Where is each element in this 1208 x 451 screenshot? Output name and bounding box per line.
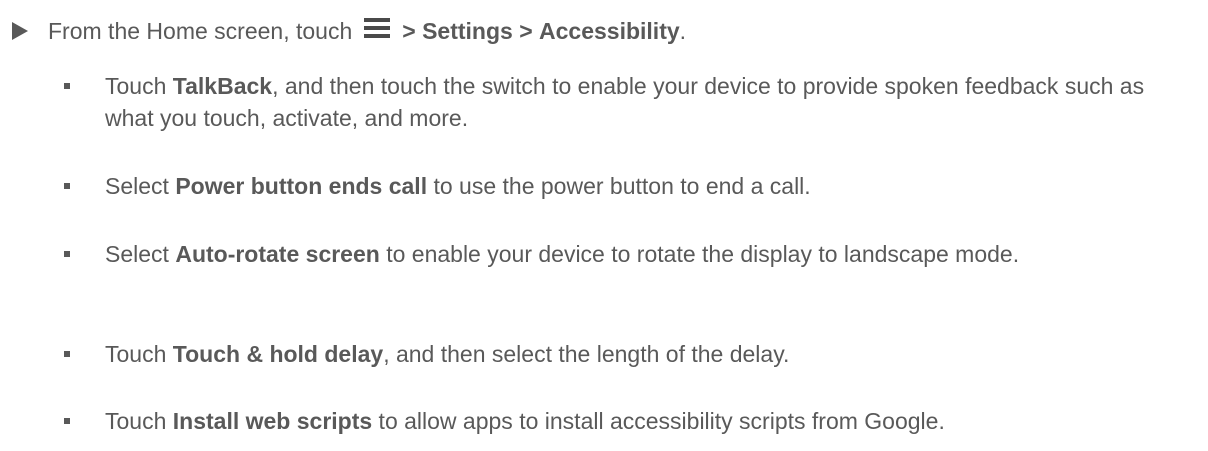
- item-pre: Select: [105, 241, 176, 267]
- step-separator-1: >: [402, 18, 416, 44]
- list-item-power-button: Select Power button ends call to use the…: [64, 170, 1190, 202]
- list-item-talkback: Touch TalkBack, and then touch the switc…: [64, 70, 1190, 134]
- bullet-icon: [64, 183, 70, 189]
- item-bold: Install web scripts: [172, 408, 373, 434]
- list-item-web-scripts: Touch Install web scripts to allow apps …: [64, 405, 1190, 437]
- bullet-icon: [64, 251, 70, 257]
- bullet-icon: [64, 418, 70, 424]
- step-settings: Settings: [422, 18, 513, 44]
- item-pre: Touch: [105, 73, 173, 99]
- list-item-touch-hold: Touch Touch & hold delay, and then selec…: [64, 338, 1190, 370]
- item-post: to enable your device to rotate the disp…: [379, 241, 1020, 267]
- item-post: , and then select the length of the dela…: [383, 341, 790, 367]
- bullet-icon: [64, 83, 70, 89]
- item-bold: Power button ends call: [175, 173, 428, 199]
- step-arrow-icon: [12, 22, 28, 40]
- item-post: to allow apps to install accessibility s…: [372, 408, 945, 434]
- item-pre: Select: [105, 173, 176, 199]
- item-bold: TalkBack: [172, 73, 273, 99]
- step-separator-2: >: [519, 18, 533, 44]
- item-pre: Touch: [105, 408, 173, 434]
- menu-icon: [364, 18, 391, 38]
- step-accessibility: Accessibility: [539, 18, 680, 44]
- step-prefix: From the Home screen, touch: [48, 18, 353, 44]
- item-post: to use the power button to end a call.: [427, 173, 811, 199]
- item-bold: Auto-rotate screen: [175, 241, 380, 267]
- bullet-icon: [64, 351, 70, 357]
- instruction-step: From the Home screen, touch > Settings >…: [0, 14, 686, 48]
- item-pre: Touch: [105, 341, 173, 367]
- step-suffix: .: [679, 18, 687, 44]
- list-item-auto-rotate: Select Auto-rotate screen to enable your…: [64, 238, 1190, 270]
- document-page: From the Home screen, touch > Settings >…: [0, 0, 1208, 451]
- item-bold: Touch & hold delay: [172, 341, 384, 367]
